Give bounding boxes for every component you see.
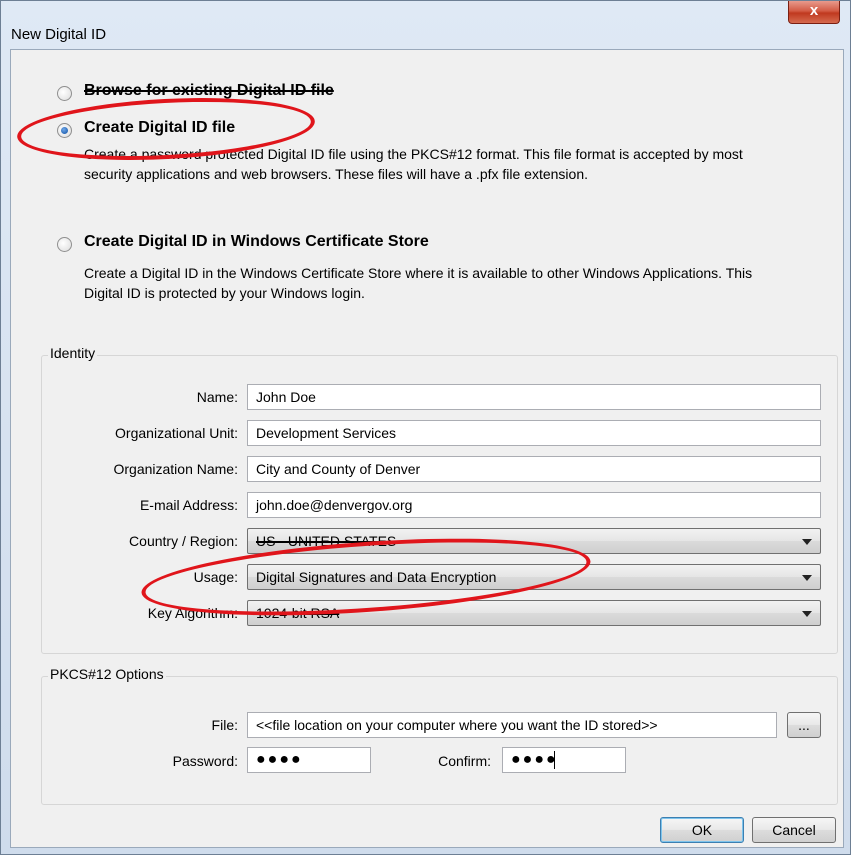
org-unit-label: Organizational Unit: bbox=[115, 425, 238, 441]
text-caret bbox=[554, 751, 555, 769]
usage-label: Usage: bbox=[193, 569, 238, 585]
dialog-body: Browse for existing Digital ID file Crea… bbox=[10, 49, 844, 848]
org-name-label: Organization Name: bbox=[113, 461, 238, 477]
password-field[interactable]: ●●●● bbox=[247, 747, 371, 773]
file-label: File: bbox=[211, 717, 238, 733]
key-algorithm-select[interactable]: 1024-bit RSA bbox=[247, 600, 821, 626]
pkcs12-group-label: PKCS#12 Options bbox=[48, 666, 166, 682]
create-file-radio[interactable] bbox=[57, 123, 72, 138]
browse-file-button[interactable]: ... bbox=[787, 712, 821, 738]
org-name-field[interactable]: City and County of Denver bbox=[247, 456, 821, 482]
chevron-down-icon bbox=[802, 575, 812, 581]
dialog-title: New Digital ID bbox=[11, 26, 107, 43]
password-label: Password: bbox=[172, 753, 238, 769]
email-field[interactable]: john.doe@denvergov.org bbox=[247, 492, 821, 518]
close-button[interactable]: x bbox=[788, 1, 840, 24]
identity-group-label: Identity bbox=[48, 345, 98, 361]
email-label: E-mail Address: bbox=[139, 497, 238, 513]
new-digital-id-dialog: New Digital ID x Browse for existing Dig… bbox=[0, 0, 851, 855]
cancel-button[interactable]: Cancel bbox=[752, 817, 836, 843]
country-select-value: US - UNITED STATES bbox=[256, 533, 397, 549]
windows-store-description: Create a Digital ID in the Windows Certi… bbox=[84, 265, 753, 301]
file-location-field[interactable]: <<file location on your computer where y… bbox=[247, 712, 777, 738]
create-file-description: Create a password protected Digital ID f… bbox=[84, 146, 743, 182]
country-label: Country / Region: bbox=[129, 533, 238, 549]
pkcs12-options-group bbox=[41, 676, 838, 805]
country-select[interactable]: US - UNITED STATES bbox=[247, 528, 821, 554]
name-label: Name: bbox=[196, 389, 238, 405]
windows-store-radio[interactable] bbox=[57, 237, 72, 252]
title-bar: New Digital ID x bbox=[1, 1, 850, 49]
create-file-option-label[interactable]: Create Digital ID file bbox=[84, 119, 235, 137]
ok-button[interactable]: OK bbox=[660, 817, 744, 843]
chevron-down-icon bbox=[802, 539, 812, 545]
windows-store-option-label[interactable]: Create Digital ID in Windows Certificate… bbox=[84, 233, 429, 251]
browse-radio[interactable] bbox=[57, 86, 72, 101]
name-field[interactable]: John Doe bbox=[247, 384, 821, 410]
usage-select[interactable]: Digital Signatures and Data Encryption bbox=[247, 564, 821, 590]
usage-select-value: Digital Signatures and Data Encryption bbox=[256, 569, 497, 585]
org-unit-field[interactable]: Development Services bbox=[247, 420, 821, 446]
confirm-label: Confirm: bbox=[438, 753, 491, 769]
browse-option-label[interactable]: Browse for existing Digital ID file bbox=[84, 82, 334, 100]
key-algorithm-select-value: 1024-bit RSA bbox=[256, 605, 340, 621]
chevron-down-icon bbox=[802, 611, 812, 617]
key-algorithm-label: Key Algorithm: bbox=[147, 605, 238, 621]
confirm-password-field[interactable]: ●●●● bbox=[502, 747, 626, 773]
